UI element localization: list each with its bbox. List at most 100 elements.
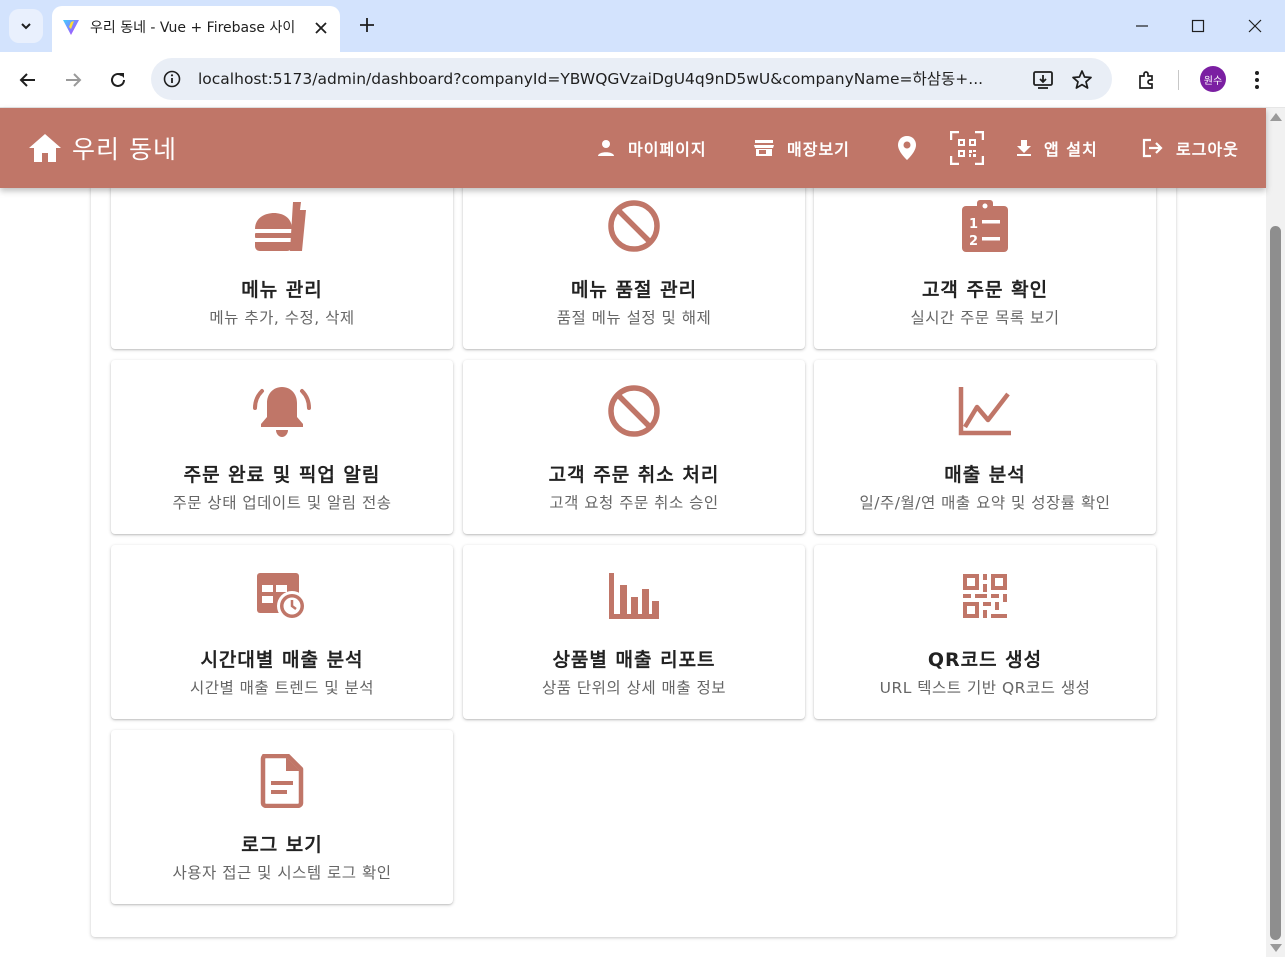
extensions-button[interactable]: [1130, 64, 1162, 96]
card-hourly-sales[interactable]: 시간대별 매출 분석 시간별 매출 트렌드 및 분석: [111, 545, 453, 719]
svg-text:1: 1: [969, 217, 978, 232]
nav-store[interactable]: 매장보기: [753, 132, 850, 164]
card-subtitle: 실시간 주문 목록 보기: [910, 309, 1060, 327]
file-document-icon: [252, 752, 312, 810]
nav-install[interactable]: 앱 설치: [1016, 132, 1098, 164]
card-subtitle: 일/주/월/연 매출 요약 및 성장률 확인: [859, 494, 1111, 512]
url-text[interactable]: localhost:5173/admin/dashboard?companyId…: [198, 69, 1018, 89]
bell-ring-icon: [252, 382, 312, 440]
chevron-down-icon: [21, 23, 31, 30]
site-info-button[interactable]: [161, 68, 183, 90]
more-vertical-icon: [1255, 71, 1259, 89]
card-title: 메뉴 품절 관리: [570, 279, 698, 301]
nav-logout[interactable]: 로그아웃: [1142, 132, 1239, 164]
toolbar-separator: [1178, 70, 1179, 90]
qrcode-scan-icon: [950, 131, 984, 165]
forward-button[interactable]: [57, 64, 89, 96]
browser-tab[interactable]: 우리 동네 - Vue + Firebase 사이: [52, 6, 340, 52]
scroll-up-arrow[interactable]: [1270, 113, 1282, 121]
card-title: QR코드 생성: [927, 649, 1043, 671]
star-icon: [1072, 70, 1092, 89]
card-product-report[interactable]: 상품별 매출 리포트 상품 단위의 상세 매출 정보: [463, 545, 805, 719]
new-tab-button[interactable]: [354, 12, 380, 38]
page-scrollbar[interactable]: [1266, 108, 1285, 957]
chart-line-icon: [955, 382, 1015, 440]
minimize-icon: [1136, 25, 1148, 27]
cancel-icon: [604, 197, 664, 255]
card-subtitle: 품절 메뉴 설정 및 해제: [556, 309, 712, 327]
app-title: 우리 동네: [72, 135, 177, 164]
minimize-button[interactable]: [1128, 12, 1156, 40]
home-icon: [29, 134, 61, 162]
card-subtitle: 사용자 접근 및 시스템 로그 확인: [172, 864, 392, 882]
card-menu-management[interactable]: 메뉴 관리 메뉴 추가, 수정, 삭제: [111, 188, 453, 349]
tab-close-button[interactable]: [310, 17, 332, 39]
card-order-cancel[interactable]: 고객 주문 취소 처리 고객 요청 주문 취소 승인: [463, 360, 805, 534]
card-subtitle: 시간별 매출 트렌드 및 분석: [189, 679, 375, 697]
download-icon: [1017, 140, 1031, 156]
card-title: 메뉴 관리: [241, 279, 323, 301]
reload-icon: [111, 72, 125, 87]
vite-icon: [63, 20, 79, 35]
install-app-button[interactable]: [1031, 68, 1055, 92]
nav-store-label: 매장보기: [787, 140, 850, 159]
app-header: 우리 동네 마이페이지 매장보기 앱 설치 로그아웃: [0, 108, 1266, 188]
card-title: 로그 보기: [241, 834, 323, 856]
card-order-check[interactable]: 1 2 고객 주문 확인 실시간 주문 목록 보기: [814, 188, 1156, 349]
card-title: 상품별 매출 리포트: [552, 649, 716, 671]
food-icon: [252, 197, 312, 255]
svg-text:2: 2: [969, 234, 978, 249]
close-icon: [1248, 19, 1262, 33]
card-sales-analysis[interactable]: 매출 분석 일/주/월/연 매출 요약 및 성장률 확인: [814, 360, 1156, 534]
nav-mypage-label: 마이페이지: [628, 140, 707, 159]
puzzle-icon: [1139, 71, 1153, 89]
card-subtitle: 주문 상태 업데이트 및 알림 전송: [172, 494, 392, 512]
card-soldout-management[interactable]: 메뉴 품절 관리 품절 메뉴 설정 및 해제: [463, 188, 805, 349]
logout-icon: [1142, 138, 1163, 158]
nav-install-label: 앱 설치: [1044, 140, 1098, 159]
clipboard-list-icon: 1 2: [955, 197, 1015, 255]
table-clock-icon: [252, 567, 312, 625]
map-marker-icon: [898, 136, 916, 160]
maximize-button[interactable]: [1184, 12, 1212, 40]
card-subtitle: 고객 요청 주문 취소 승인: [549, 494, 719, 512]
store-icon: [754, 140, 774, 156]
plus-icon: [360, 18, 374, 32]
reload-button[interactable]: [102, 64, 134, 96]
close-icon: [315, 22, 327, 34]
scroll-down-arrow[interactable]: [1270, 944, 1282, 952]
account-icon: [598, 140, 614, 156]
nav-location-button[interactable]: [889, 130, 925, 166]
tab-title: 우리 동네 - Vue + Firebase 사이: [90, 20, 296, 36]
address-bar[interactable]: localhost:5173/admin/dashboard?companyId…: [151, 58, 1112, 100]
card-log-view[interactable]: 로그 보기 사용자 접근 및 시스템 로그 확인: [111, 730, 453, 904]
browser-toolbar: localhost:5173/admin/dashboard?companyId…: [0, 52, 1285, 108]
card-title: 매출 분석: [944, 464, 1026, 486]
browser-tab-strip: 우리 동네 - Vue + Firebase 사이: [0, 0, 1285, 52]
browser-menu-button[interactable]: [1241, 64, 1273, 96]
card-title: 주문 완료 및 픽업 알림: [183, 464, 381, 486]
install-icon: [1033, 71, 1053, 89]
card-subtitle: 메뉴 추가, 수정, 삭제: [209, 309, 355, 327]
back-button[interactable]: [12, 64, 44, 96]
tab-search-button[interactable]: [9, 9, 43, 43]
profile-avatar[interactable]: 원수: [1200, 66, 1226, 92]
qrcode-icon: [955, 567, 1015, 625]
arrow-right-icon: [66, 73, 82, 87]
nav-qr-scan-button[interactable]: [949, 130, 985, 166]
card-qrcode-generate[interactable]: QR코드 생성 URL 텍스트 기반 QR코드 생성: [814, 545, 1156, 719]
cancel-icon: [604, 382, 664, 440]
dashboard-content: 메뉴 관리 메뉴 추가, 수정, 삭제 메뉴 품절 관리 품절 메뉴 설정 및 …: [0, 188, 1266, 957]
card-title: 고객 주문 확인: [921, 279, 1049, 301]
nav-mypage[interactable]: 마이페이지: [596, 132, 707, 164]
bar-chart-icon: [604, 567, 664, 625]
card-pickup-alert[interactable]: 주문 완료 및 픽업 알림 주문 상태 업데이트 및 알림 전송: [111, 360, 453, 534]
card-title: 고객 주문 취소 처리: [548, 464, 720, 486]
brand-link[interactable]: 우리 동네: [28, 130, 177, 166]
nav-logout-label: 로그아웃: [1176, 140, 1239, 159]
close-window-button[interactable]: [1241, 12, 1269, 40]
scroll-thumb[interactable]: [1270, 226, 1281, 940]
bookmark-button[interactable]: [1070, 68, 1094, 92]
info-icon: [163, 70, 181, 88]
card-title: 시간대별 매출 분석: [200, 649, 364, 671]
